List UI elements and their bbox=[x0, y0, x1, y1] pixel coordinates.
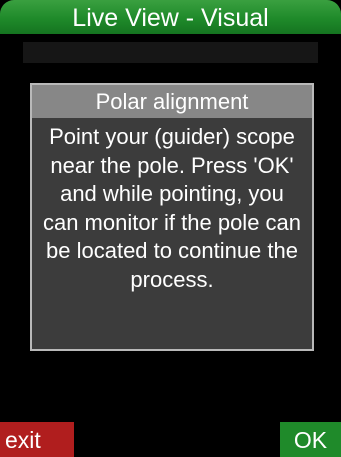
dialog-message: Point your (guider) scope near the pole.… bbox=[42, 124, 302, 292]
polar-alignment-dialog: Polar alignment Point your (guider) scop… bbox=[30, 83, 314, 351]
ok-button[interactable]: OK bbox=[280, 422, 341, 457]
dialog-title: Polar alignment bbox=[32, 85, 312, 118]
device-screen: Live View - Visual Polar alignment Point… bbox=[0, 0, 341, 457]
status-strip bbox=[23, 42, 318, 63]
title-bar: Live View - Visual bbox=[0, 0, 341, 34]
exit-button[interactable]: exit bbox=[0, 422, 74, 457]
screen-title: Live View - Visual bbox=[72, 4, 269, 32]
